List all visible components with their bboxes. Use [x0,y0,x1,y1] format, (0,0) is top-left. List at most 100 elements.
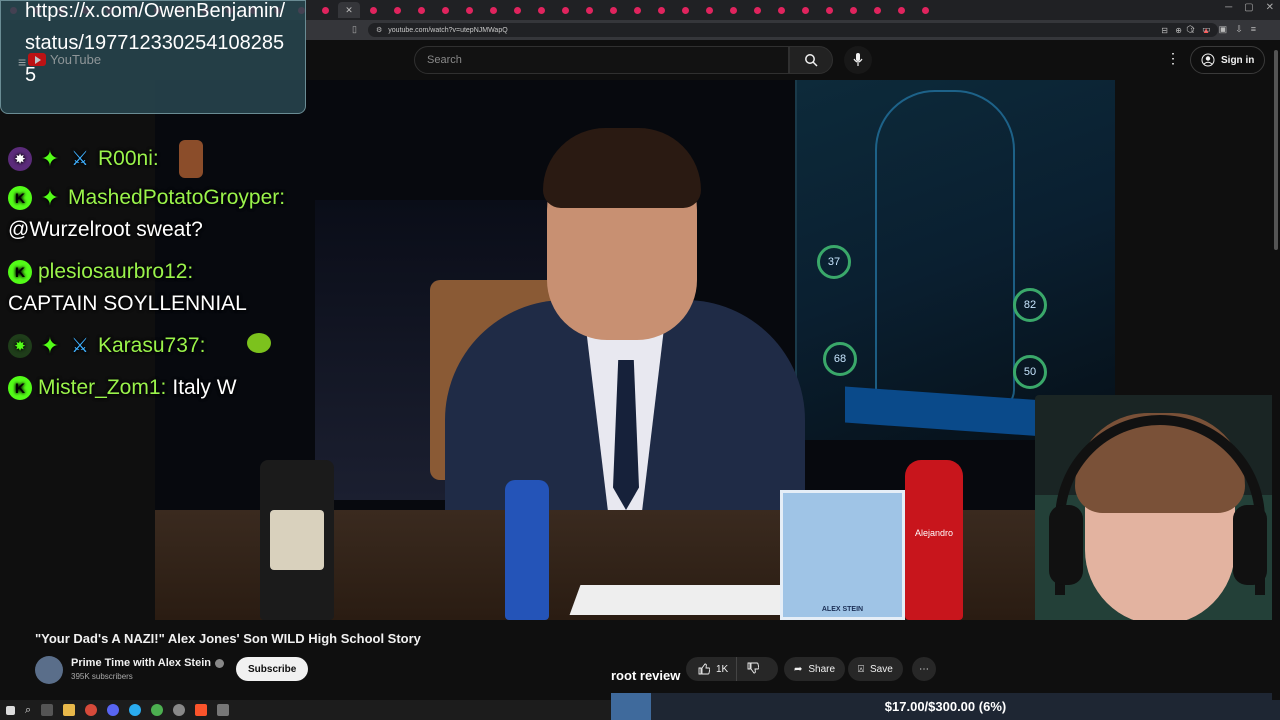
browser-tab[interactable] [770,2,792,18]
browser-tab[interactable] [650,2,672,18]
close-window-icon[interactable]: ✕ [1266,2,1274,13]
menu-icon[interactable]: ≡ [1251,24,1256,35]
tab-favicon-icon [657,6,665,14]
task-view-icon[interactable] [41,704,54,716]
gauge-readout: 82 [1013,288,1047,322]
browser-tab[interactable] [314,2,336,18]
purple-dot-badge-icon: ✸ [8,147,32,171]
bear-emote-icon [178,140,203,178]
hologram-figure [875,90,1015,410]
download-icon[interactable]: ⇩ [1235,24,1243,35]
water-bottle [505,480,549,620]
chat-message: K ✦ MashedPotatoGroyper: @Wurzelroot swe… [8,182,308,246]
browser-tab[interactable]: ✕ [338,2,360,18]
browser-tab[interactable] [794,2,816,18]
tab-favicon-icon [441,6,449,14]
save-button[interactable]: ⍓ Save [848,657,903,681]
bottle-label [270,510,324,570]
channel-name[interactable]: Prime Time with Alex Stein [71,657,224,669]
page-scrollbar[interactable] [1272,40,1280,700]
chat-text: CAPTAIN SOYLLENNIAL [8,292,247,315]
browser-tab[interactable] [410,2,432,18]
browser-tab[interactable] [818,2,840,18]
search-taskbar-icon[interactable]: ⌕ [25,704,31,717]
share-button[interactable]: ➦ Share [784,657,846,681]
bookmark-icon[interactable]: ▯ [352,24,357,35]
chat-message: ✸ ✦ ⚔ R00ni: [8,140,308,178]
browser-tab[interactable] [602,2,624,18]
settings-more-icon[interactable]: ⋮ [1166,50,1180,67]
browser-tab[interactable] [386,2,408,18]
voice-search-button[interactable] [844,46,872,74]
file-explorer-icon[interactable] [63,704,76,716]
more-horizontal-icon: ⋯ [919,663,929,675]
browser-tab[interactable] [746,2,768,18]
kick-badge-icon: K [8,260,32,284]
browser-tab[interactable] [434,2,456,18]
chat-username: Mister_Zom1: [38,376,167,399]
hamburger-menu-icon[interactable]: ≡ [18,54,26,70]
browser-tab[interactable] [890,2,912,18]
chat-message: ✸ ✦ ⚔ Karasu737: [8,330,308,362]
tab-favicon-icon [825,6,833,14]
browser-tab[interactable] [458,2,480,18]
brave-browser-icon[interactable] [195,704,208,716]
more-actions-button[interactable]: ⋯ [912,657,936,681]
browser-tab[interactable] [506,2,528,18]
browser-tab[interactable] [674,2,696,18]
chrome-icon[interactable] [151,704,164,716]
url-field[interactable]: ⚙ youtube.com/watch?v=utepNJMWapQ ⊟ ⊕ ⇪ … [368,23,1218,37]
browser-tab[interactable] [554,2,576,18]
whisky-bottle [260,460,334,620]
verified-check-icon [215,658,224,668]
browser-tab[interactable] [362,2,384,18]
search-input[interactable]: Search [414,46,789,74]
zoom-icon[interactable]: ⊕ [1175,26,1182,35]
wallet-icon[interactable]: ▣ [1219,24,1228,35]
channel-avatar[interactable] [35,656,63,684]
youtube-logo[interactable]: YouTube [28,52,101,67]
chat-username: MashedPotatoGroyper: [68,186,286,209]
browser-tab[interactable] [626,2,648,18]
extension-icon[interactable]: ⬡ [1186,24,1194,35]
tab-favicon-icon [609,6,617,14]
kick-badge-icon: K [8,376,32,400]
site-info-icon[interactable]: ⚙ [376,26,382,34]
telegram-icon[interactable] [129,704,142,716]
obs-icon[interactable] [85,704,98,716]
subscribe-button[interactable]: Subscribe [236,657,309,681]
chat-username: Karasu737: [98,334,206,357]
like-dislike-group: 1K [686,657,778,681]
dislike-button[interactable] [737,662,769,677]
speaker-icon[interactable] [217,704,230,716]
chat-overlay: ✸ ✦ ⚔ R00ni: K ✦ MashedPotatoGroyper: @W… [8,140,308,404]
sign-in-button[interactable]: Sign in [1190,46,1266,74]
thumbs-down-icon [747,662,760,673]
scrollbar-thumb[interactable] [1274,50,1278,250]
bug-emote-icon [237,331,275,361]
minimize-icon[interactable]: ─ [1225,2,1232,13]
tab-favicon-icon [561,6,569,14]
start-menu-icon[interactable] [6,705,15,715]
search-button[interactable] [789,46,833,74]
tab-favicon-icon [753,6,761,14]
browser-tab[interactable] [698,2,720,18]
gauge-readout: 68 [823,342,857,376]
browser-tab[interactable] [482,2,504,18]
like-button[interactable]: 1K [686,657,738,681]
sidebar-icon[interactable]: ▭ [1202,24,1211,35]
steam-icon[interactable] [173,704,186,716]
browser-tab[interactable] [722,2,744,18]
browser-tab[interactable] [914,2,936,18]
browser-tab[interactable] [842,2,864,18]
tab-favicon-icon [705,6,713,14]
gauge-readout: 37 [817,245,851,279]
browser-tab[interactable] [578,2,600,18]
tab-favicon-icon [729,6,737,14]
install-icon[interactable]: ⊟ [1161,26,1168,35]
browser-tab[interactable] [530,2,552,18]
discord-icon[interactable] [107,704,120,716]
maximize-icon[interactable]: ▢ [1244,2,1253,13]
address-bar: ⚙ youtube.com/watch?v=utepNJMWapQ ⊟ ⊕ ⇪ … [306,20,1280,40]
browser-tab[interactable] [866,2,888,18]
